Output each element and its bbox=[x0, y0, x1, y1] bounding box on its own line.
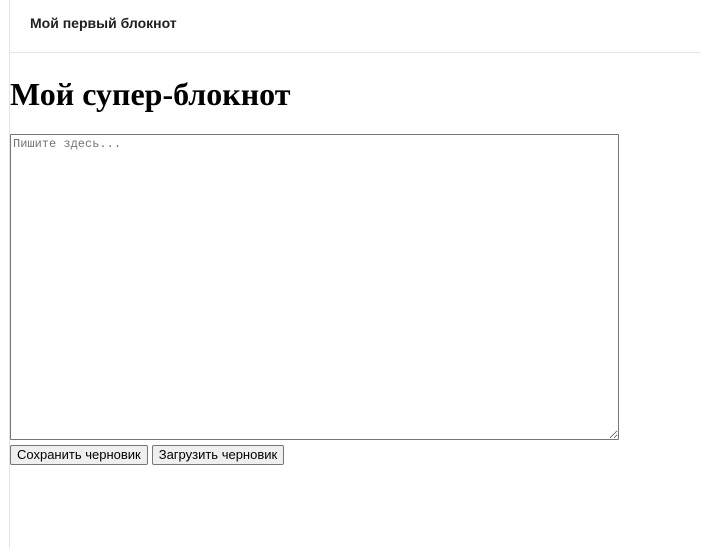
page-title: Мой супер-блокнот bbox=[10, 76, 291, 112]
load-draft-button[interactable]: Загрузить черновик bbox=[151, 445, 285, 465]
tab-title[interactable]: Мой первый блокнот bbox=[30, 15, 177, 31]
action-buttons: Сохранить черновик Загрузить черновик bbox=[10, 445, 285, 465]
save-draft-button[interactable]: Сохранить черновик bbox=[10, 445, 148, 465]
notepad-textarea[interactable] bbox=[10, 134, 619, 440]
tab-bar: Мой первый блокнот bbox=[9, 0, 701, 53]
